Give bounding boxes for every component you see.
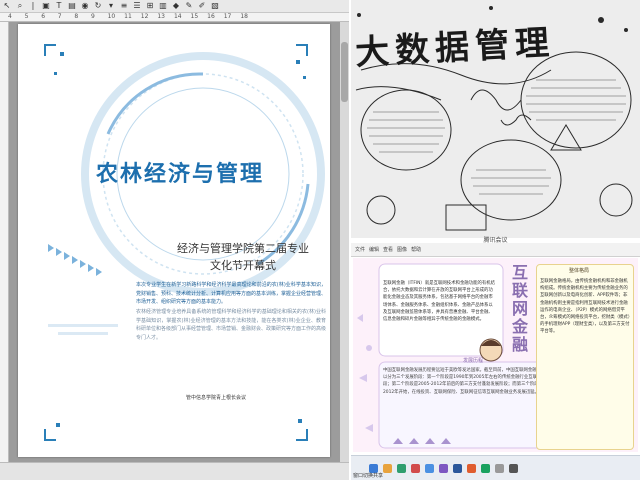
document-editor: ↖ ⌕ | ▣ T ▤ ◉ ↻ ▾ ≡ ☰ ⊞ ▥ ◆ ✎ ✐ ▧ 4 5 6 7 8 9… <box>0 0 349 480</box>
ruler-number: 5 <box>24 13 29 20</box>
viewer-toolbar: 文件 编辑 查看 图像 帮助 <box>351 243 640 257</box>
ruler-number: 4 <box>8 13 12 20</box>
scrollbar-thumb[interactable] <box>341 42 348 102</box>
editor-status-bar <box>0 462 349 480</box>
ruler-number: 8 <box>74 13 79 20</box>
camera-icon[interactable]: ◉ <box>80 1 90 11</box>
ruler-number: 15 <box>190 13 199 20</box>
image-icon[interactable]: ▣ <box>41 1 51 11</box>
document-subtitle: 经济与管理学院第二届专业 文化节开幕式 <box>158 240 328 274</box>
poster-side-heading: 整体格局 <box>569 268 590 274</box>
chart-icon[interactable]: ▥ <box>158 1 168 11</box>
ruler-number: 9 <box>90 13 95 20</box>
poster-side-text: 互联网金融格局，由传统金融机构和非金融机构组成。传统金融机构主要为传统金融业务的… <box>540 279 631 335</box>
editor-toolbar: ↖ ⌕ | ▣ T ▤ ◉ ↻ ▾ ≡ ☰ ⊞ ▥ ◆ ✎ ✐ ▧ <box>0 0 349 13</box>
vertical-ruler <box>0 22 9 462</box>
ppt-icon[interactable] <box>467 463 476 473</box>
document-paragraph-1: 本次专业学生在新学习新路科学和经济科学最高理论和前沿的农(林)业科学基本知识，党… <box>136 282 327 305</box>
wechat-icon[interactable] <box>481 463 490 473</box>
ruler-number: 16 <box>207 13 215 20</box>
ruler-number: 13 <box>157 13 165 20</box>
shape-icon[interactable]: ◆ <box>171 1 181 11</box>
document-page[interactable]: 农林经济与管理 经济与管理学院第二届专业 文化节开幕式 本次专业学生在新学习新路… <box>18 24 330 457</box>
document-title: 农林经济与管理 <box>96 162 265 187</box>
meeting-icon[interactable] <box>425 463 434 473</box>
ruler-number: 17 <box>223 13 232 20</box>
subtitle-line-2: 文化节开幕式 <box>210 259 276 272</box>
app-icon[interactable] <box>439 463 448 473</box>
highlighter-icon[interactable]: ✐ <box>197 1 207 11</box>
align-icon[interactable]: ≡ <box>119 1 129 11</box>
pen-icon[interactable]: ✎ <box>184 1 194 11</box>
poster-history-text: 中国互联网金融发展历程要远短于美欧等发达国家。截至目前，中国互联网金融大致可以分… <box>383 368 551 395</box>
text-tool-icon[interactable]: T <box>54 1 64 11</box>
poster-history-heading: 发展历程 <box>463 358 484 364</box>
horizontal-ruler: 4 5 6 7 8 9 10 11 12 13 14 15 16 17 18 <box>0 13 349 22</box>
browser-icon[interactable] <box>397 463 406 473</box>
ruler-number: 7 <box>57 13 62 20</box>
viewer-menu-item[interactable]: 编辑 <box>369 246 379 253</box>
screen: ↖ ⌕ | ▣ T ▤ ◉ ↻ ▾ ≡ ☰ ⊞ ▥ ◆ ✎ ✐ ▧ 4 5 6 7 8 9… <box>0 0 640 480</box>
poster-title: 大数据管理 <box>354 22 557 74</box>
app-icon[interactable] <box>411 463 420 473</box>
ruler-number: 11 <box>124 13 132 20</box>
zoom-icon[interactable]: ⌕ <box>15 1 25 11</box>
share-window-label[interactable]: 窗口切换共享 <box>353 472 383 479</box>
separator-icon: | <box>31 1 35 10</box>
textbox-icon[interactable]: ▤ <box>67 1 77 11</box>
viewer-menu-item[interactable]: 文件 <box>355 246 365 253</box>
list-icon[interactable]: ☰ <box>132 1 142 11</box>
viewer-menu-item[interactable]: 图像 <box>397 246 407 253</box>
word-icon[interactable] <box>453 463 462 473</box>
ruler-number: 12 <box>140 13 149 20</box>
ruler-number: 18 <box>240 13 248 20</box>
poster-intro-text: 互联网金融（ITFIN）就是互联网技术和金融功能的有机结合，依托大数据和云计算在… <box>383 281 496 323</box>
subtitle-line-1: 经济与管理学院第二届专业 <box>177 242 309 255</box>
folder-icon[interactable] <box>383 463 392 473</box>
document-signature: 管中信息学院青上根长会议 <box>186 395 247 401</box>
grid-icon[interactable]: ⊞ <box>145 1 155 11</box>
rotate-icon[interactable]: ↻ <box>93 1 103 11</box>
ruler-number: 10 <box>107 13 116 20</box>
poster-heading: 互联网金融 <box>511 263 528 354</box>
dropdown-icon[interactable]: ▾ <box>106 1 116 11</box>
ruler-number: 14 <box>173 13 182 20</box>
taskbar: 窗口切换共享 <box>351 455 640 480</box>
viewer-menu-item[interactable]: 查看 <box>383 246 393 253</box>
pointer-icon[interactable]: ↖ <box>2 1 12 11</box>
document-paragraph-2: 农林经济管理专业培养具备系统的管理科学和经济科学的基础理论和相关的农(林)业科学… <box>136 309 327 341</box>
internet-finance-poster: 互联网金融 互联网金融（ITFIN）就是互联网技术和金融功能的有机结合，依托大数… <box>353 258 638 452</box>
picture-icon[interactable]: ▧ <box>210 1 220 11</box>
viewer-menu-item[interactable]: 帮助 <box>411 246 421 253</box>
ruler-number: 6 <box>41 13 46 20</box>
app-icon[interactable] <box>495 463 504 473</box>
shared-screen-poster: 大数据管理 <box>351 0 640 240</box>
vertical-scrollbar[interactable] <box>340 22 349 462</box>
tray-icon[interactable] <box>509 463 518 473</box>
image-viewer-window: 文件 编辑 查看 图像 帮助 互联网金融 互联网金融（ITFIN）就是互联网技术… <box>351 243 640 480</box>
